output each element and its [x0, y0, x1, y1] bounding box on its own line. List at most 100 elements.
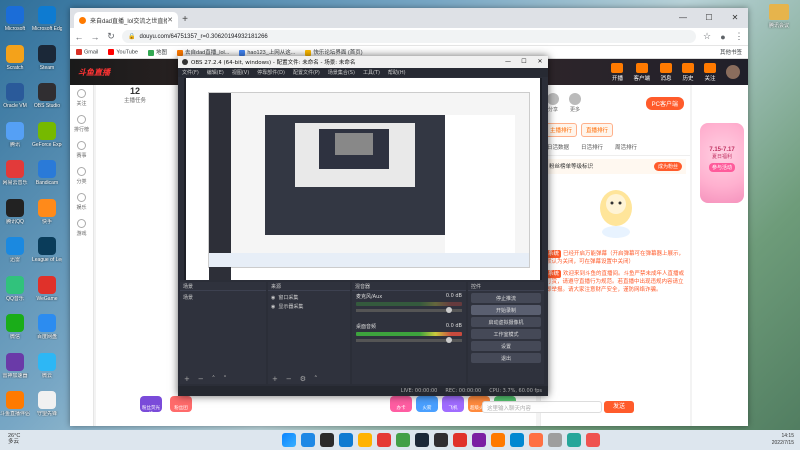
- bookmark-item[interactable]: 去自dad直播_lol...: [177, 48, 229, 56]
- taskbar-app-icon[interactable]: [320, 433, 334, 447]
- desktop-icon[interactable]: 百度网盘: [32, 312, 62, 350]
- stop-streaming-button[interactable]: 停止推流: [471, 293, 541, 303]
- desktop-icon[interactable]: Bandicam: [32, 158, 62, 196]
- profile-icon[interactable]: ●: [718, 32, 728, 42]
- tab-anchor-rank[interactable]: 主播排行: [545, 123, 578, 137]
- settings-button[interactable]: 设置: [471, 341, 541, 351]
- remove-scene-icon[interactable]: −: [198, 375, 204, 383]
- subtab-daily-rank[interactable]: 日活排行: [581, 143, 603, 151]
- source-item[interactable]: ◉ 显示器采集: [271, 302, 347, 311]
- desktop-icon[interactable]: 腾讯QQ: [0, 197, 30, 235]
- minimize-button[interactable]: —: [670, 8, 696, 28]
- event-promo-banner[interactable]: 7.15-7.17 夏日福利 参与活动: [700, 123, 744, 203]
- desktop-icon[interactable]: 腾讯: [0, 120, 30, 158]
- obs-menu-item[interactable]: 视图(V): [232, 69, 249, 76]
- taskbar-app-icon[interactable]: [491, 433, 505, 447]
- obs-menu-item[interactable]: 工具(T): [363, 69, 380, 76]
- desktop-icon[interactable]: 迅雷: [0, 235, 30, 273]
- desktop-icon-tencent-meeting[interactable]: 腾讯会议: [762, 4, 796, 29]
- new-tab-button[interactable]: +: [178, 12, 192, 28]
- gift-item[interactable]: 办卡: [390, 396, 412, 412]
- obs-maximize-button[interactable]: ☐: [516, 56, 532, 68]
- desktop-icon[interactable]: WeGame: [32, 274, 62, 312]
- bookmark-star-icon[interactable]: ☆: [702, 31, 712, 42]
- obs-menu-item[interactable]: 场景集合(S): [328, 69, 355, 76]
- taskbar-app-icon[interactable]: [339, 433, 353, 447]
- obs-close-button[interactable]: ✕: [532, 56, 548, 68]
- left-nav-item[interactable]: 排行榜: [70, 111, 93, 137]
- reload-icon[interactable]: ↻: [106, 31, 116, 42]
- volume-slider[interactable]: [356, 337, 462, 343]
- taskbar-app-icon[interactable]: [358, 433, 372, 447]
- desktop-icon[interactable]: OBS Studio: [32, 81, 62, 119]
- obs-minimize-button[interactable]: —: [500, 56, 516, 68]
- address-bar[interactable]: 🔒 douyu.com/64751357_r=0.306201949321812…: [122, 30, 696, 43]
- desktop-icon[interactable]: 雷神加速器: [0, 351, 30, 389]
- subtab-weekly-rank[interactable]: 周活排行: [615, 143, 637, 151]
- obs-menu-item[interactable]: 停靠部件(D): [257, 69, 285, 76]
- eye-icon[interactable]: ◉: [271, 295, 275, 301]
- gift-item[interactable]: 粉丝荧光棒: [140, 396, 162, 416]
- virtual-camera-button[interactable]: 启动虚拟摄像机: [471, 317, 541, 327]
- subtab-daily-data[interactable]: 日活数据: [547, 143, 569, 151]
- join-event-button[interactable]: 参与活动: [708, 163, 735, 172]
- desktop-icon[interactable]: Microsoft: [0, 4, 30, 42]
- move-up-icon[interactable]: ˄: [212, 375, 216, 383]
- pc-client-button[interactable]: PC客户端: [645, 96, 684, 110]
- taskbar-app-icon[interactable]: [510, 433, 524, 447]
- send-button[interactable]: 发送: [604, 401, 634, 413]
- add-source-icon[interactable]: +: [272, 375, 278, 383]
- bookmark-item[interactable]: hao123_上网从这...: [239, 48, 295, 56]
- maximize-button[interactable]: ☐: [696, 8, 722, 28]
- desktop-icon[interactable]: QQ音乐: [0, 274, 30, 312]
- bookmark-item[interactable]: 快乐论坛界面 (首页): [305, 48, 363, 56]
- chat-input[interactable]: 这里输入聊天内容: [482, 401, 602, 413]
- start-icon[interactable]: [282, 433, 296, 447]
- bookmark-item[interactable]: 地图: [148, 48, 167, 56]
- desktop-icon[interactable]: 微信: [0, 312, 30, 350]
- site-menu-item[interactable]: 关注: [704, 62, 716, 82]
- bookmark-item[interactable]: YouTube: [108, 48, 138, 55]
- left-nav-item[interactable]: 游戏: [70, 215, 93, 241]
- eye-icon[interactable]: ◉: [271, 304, 275, 310]
- desktop-icon[interactable]: Microsoft Edge: [32, 4, 62, 42]
- share-button[interactable]: 分享: [547, 93, 559, 113]
- desktop-icon[interactable]: 微云: [32, 351, 62, 389]
- move-down-icon[interactable]: ˅: [223, 375, 227, 383]
- more-button[interactable]: 更多: [569, 93, 581, 113]
- obs-menu-item[interactable]: 帮助(H): [388, 69, 406, 76]
- exit-button[interactable]: 退出: [471, 353, 541, 363]
- system-tray-clock[interactable]: 14:15 2022/7/15: [772, 433, 794, 447]
- gift-item[interactable]: 粉丝团: [170, 396, 192, 412]
- site-menu-item[interactable]: 客户端: [633, 62, 650, 82]
- taskbar-app-icon[interactable]: [548, 433, 562, 447]
- bookmark-item[interactable]: Gmail: [76, 48, 98, 55]
- browser-tab[interactable]: 来自dad直播_lol交流之世直播_ ✕: [74, 12, 178, 28]
- desktop-icon[interactable]: 斗鱼直播伴侣: [0, 389, 30, 427]
- studio-mode-button[interactable]: 工作室模式: [471, 329, 541, 339]
- obs-menu-item[interactable]: 文件(F): [182, 69, 199, 76]
- source-settings-icon[interactable]: ⚙: [300, 375, 306, 383]
- remove-source-icon[interactable]: −: [286, 375, 292, 383]
- site-logo[interactable]: 斗鱼直播: [78, 67, 110, 78]
- back-icon[interactable]: ←: [74, 32, 84, 42]
- tab-live-rank[interactable]: 直播排行: [581, 123, 614, 137]
- scene-item[interactable]: 场景: [183, 293, 263, 302]
- close-tab-icon[interactable]: ✕: [167, 16, 173, 24]
- gift-item[interactable]: 飞机: [442, 396, 464, 412]
- start-recording-button[interactable]: 开始录制: [471, 305, 541, 315]
- desktop-icon[interactable]: GeForce Experience: [32, 120, 62, 158]
- taskbar-app-icon[interactable]: [377, 433, 391, 447]
- taskbar-app-icon[interactable]: [434, 433, 448, 447]
- forward-icon[interactable]: →: [90, 32, 100, 42]
- menu-icon[interactable]: ⋮: [734, 31, 744, 42]
- weather-widget[interactable]: 26°C 多云: [8, 433, 20, 445]
- site-menu-item[interactable]: 开播: [611, 62, 624, 82]
- taskbar-app-icon[interactable]: [396, 433, 410, 447]
- taskbar-app-icon[interactable]: [586, 433, 600, 447]
- desktop-icon[interactable]: Scratch: [0, 43, 30, 81]
- desktop-icon[interactable]: 网易云音乐: [0, 158, 30, 196]
- left-nav-item[interactable]: 关注: [70, 85, 93, 111]
- move-up-icon[interactable]: ˄: [314, 375, 318, 383]
- site-menu-item[interactable]: 消息: [660, 62, 672, 82]
